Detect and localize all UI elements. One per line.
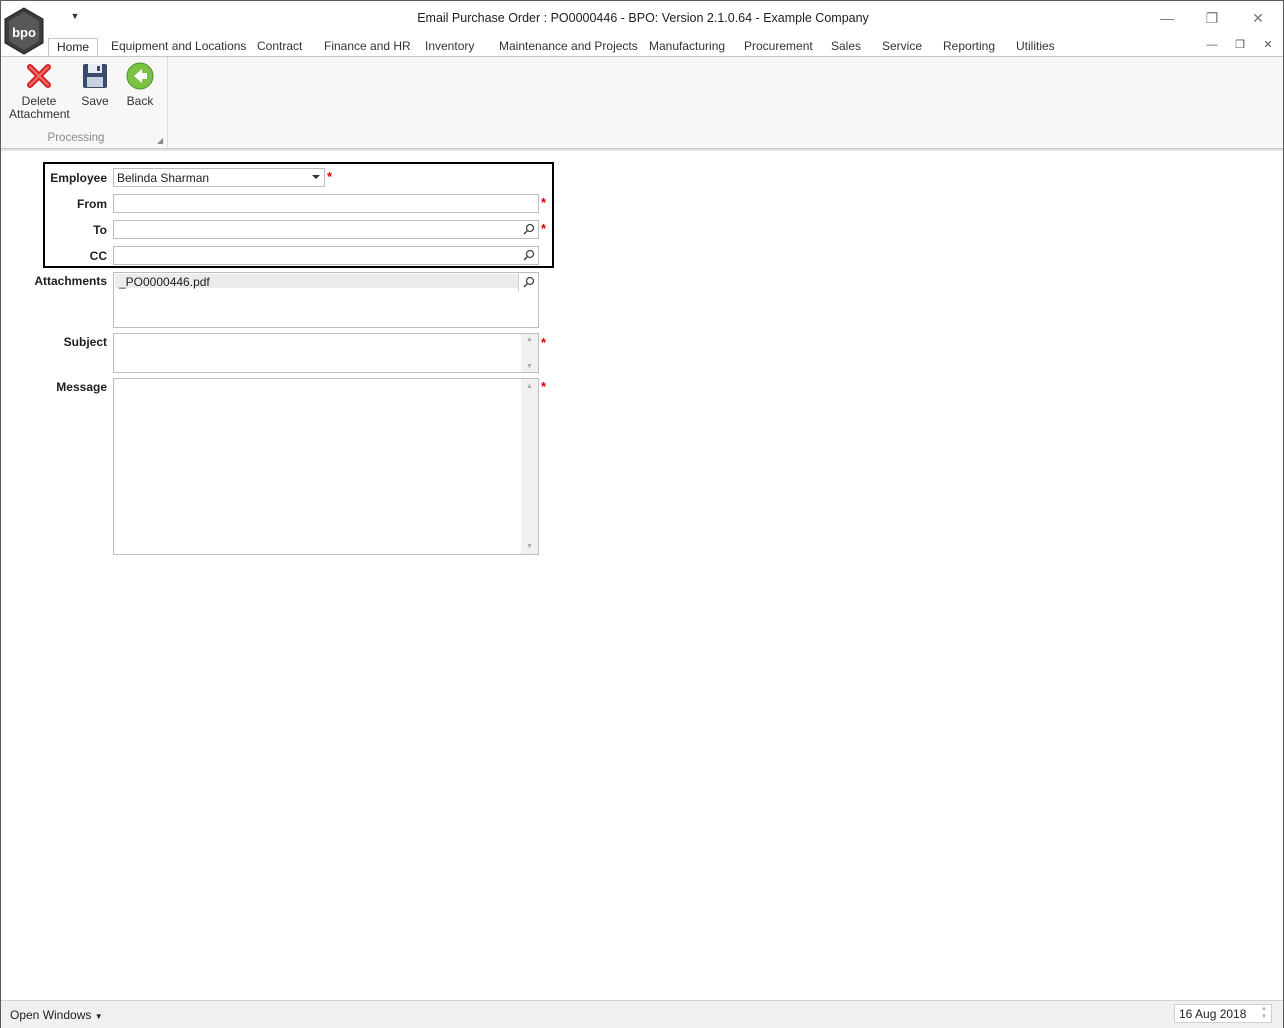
subject-textarea[interactable]: ▲ ▼ xyxy=(113,333,539,373)
mdi-minimize-icon[interactable]: — xyxy=(1203,38,1221,52)
subject-label: Subject xyxy=(63,335,107,349)
message-textarea[interactable]: ▲ ▼ xyxy=(113,378,539,555)
scroll-up-icon[interactable]: ▲ xyxy=(521,383,538,390)
attachment-lookup-button[interactable] xyxy=(518,273,538,292)
minimize-icon[interactable]: — xyxy=(1153,7,1181,29)
delete-attachment-button[interactable]: Delete Attachment xyxy=(9,61,70,121)
back-button[interactable]: Back xyxy=(124,61,156,108)
attachment-row[interactable]: _PO0000446.pdf xyxy=(115,274,519,289)
ribbon: Delete Attachment Save Back Processing ◢ xyxy=(1,56,1283,149)
date-field[interactable]: 16 Aug 2018 ▲ ▼ xyxy=(1174,1004,1272,1023)
scroll-down-icon[interactable]: ▼ xyxy=(521,363,538,370)
delete-x-icon xyxy=(27,64,51,88)
highlight-box xyxy=(43,162,554,268)
delete-label-line2: Attachment xyxy=(9,107,70,121)
message-scrollbar[interactable]: ▲ ▼ xyxy=(521,379,538,554)
tab-contract[interactable]: Contract xyxy=(249,38,310,56)
back-arrow-icon xyxy=(126,62,154,90)
restore-icon[interactable]: ❐ xyxy=(1198,7,1226,29)
group-label-processing: Processing xyxy=(47,132,105,144)
mdi-restore-icon[interactable]: ❐ xyxy=(1231,38,1249,52)
tab-utilities[interactable]: Utilities xyxy=(1008,38,1063,56)
message-required-marker: * xyxy=(541,379,547,394)
attachments-label: Attachments xyxy=(34,274,107,288)
open-windows-button[interactable]: Open Windows ▼ xyxy=(10,1008,103,1022)
group-launcher-icon[interactable]: ◢ xyxy=(157,136,163,145)
back-label: Back xyxy=(126,94,154,108)
tab-finance-and-hr[interactable]: Finance and HR xyxy=(316,38,419,56)
save-disk-icon xyxy=(83,64,107,88)
attachments-list[interactable]: _PO0000446.pdf xyxy=(113,272,539,328)
message-label: Message xyxy=(56,380,107,394)
search-icon xyxy=(523,276,535,288)
scroll-down-icon[interactable]: ▼ xyxy=(521,543,538,550)
chevron-down-icon: ▼ xyxy=(94,1012,103,1021)
tab-maintenance-and-projects[interactable]: Maintenance and Projects xyxy=(491,38,646,56)
ribbon-divider xyxy=(1,149,1283,151)
attachment-filename: _PO0000446.pdf xyxy=(119,275,210,289)
tab-reporting[interactable]: Reporting xyxy=(935,38,1003,56)
save-button[interactable]: Save xyxy=(79,61,111,108)
close-icon[interactable]: ✕ xyxy=(1244,7,1272,29)
tab-service[interactable]: Service xyxy=(874,38,930,56)
tab-procurement[interactable]: Procurement xyxy=(736,38,821,56)
title-bar: bpo ▼ Email Purchase Order : PO0000446 -… xyxy=(1,1,1283,55)
mdi-close-icon[interactable]: ✕ xyxy=(1259,38,1277,52)
delete-label-line1: Delete xyxy=(21,94,57,108)
date-value: 16 Aug 2018 xyxy=(1179,1007,1247,1021)
tab-manufacturing[interactable]: Manufacturing xyxy=(641,38,733,56)
tab-equipment-and-locations[interactable]: Equipment and Locations xyxy=(103,38,254,56)
subject-scrollbar[interactable]: ▲ ▼ xyxy=(521,334,538,372)
ribbon-group-processing: Delete Attachment Save Back Processing ◢ xyxy=(1,57,168,148)
open-windows-label: Open Windows xyxy=(10,1008,92,1022)
tab-home[interactable]: Home xyxy=(48,38,99,58)
app-window: bpo ▼ Email Purchase Order : PO0000446 -… xyxy=(0,0,1284,1028)
window-title: Email Purchase Order : PO0000446 - BPO: … xyxy=(417,11,869,25)
scroll-up-icon[interactable]: ▲ xyxy=(521,336,538,343)
subject-required-marker: * xyxy=(541,335,547,350)
tab-inventory[interactable]: Inventory xyxy=(417,38,482,56)
status-bar: Open Windows ▼ 16 Aug 2018 ▲ ▼ xyxy=(1,1000,1283,1028)
date-spinner[interactable]: ▲ ▼ xyxy=(1259,1005,1269,1022)
tab-sales[interactable]: Sales xyxy=(823,38,869,56)
save-label: Save xyxy=(81,94,109,108)
